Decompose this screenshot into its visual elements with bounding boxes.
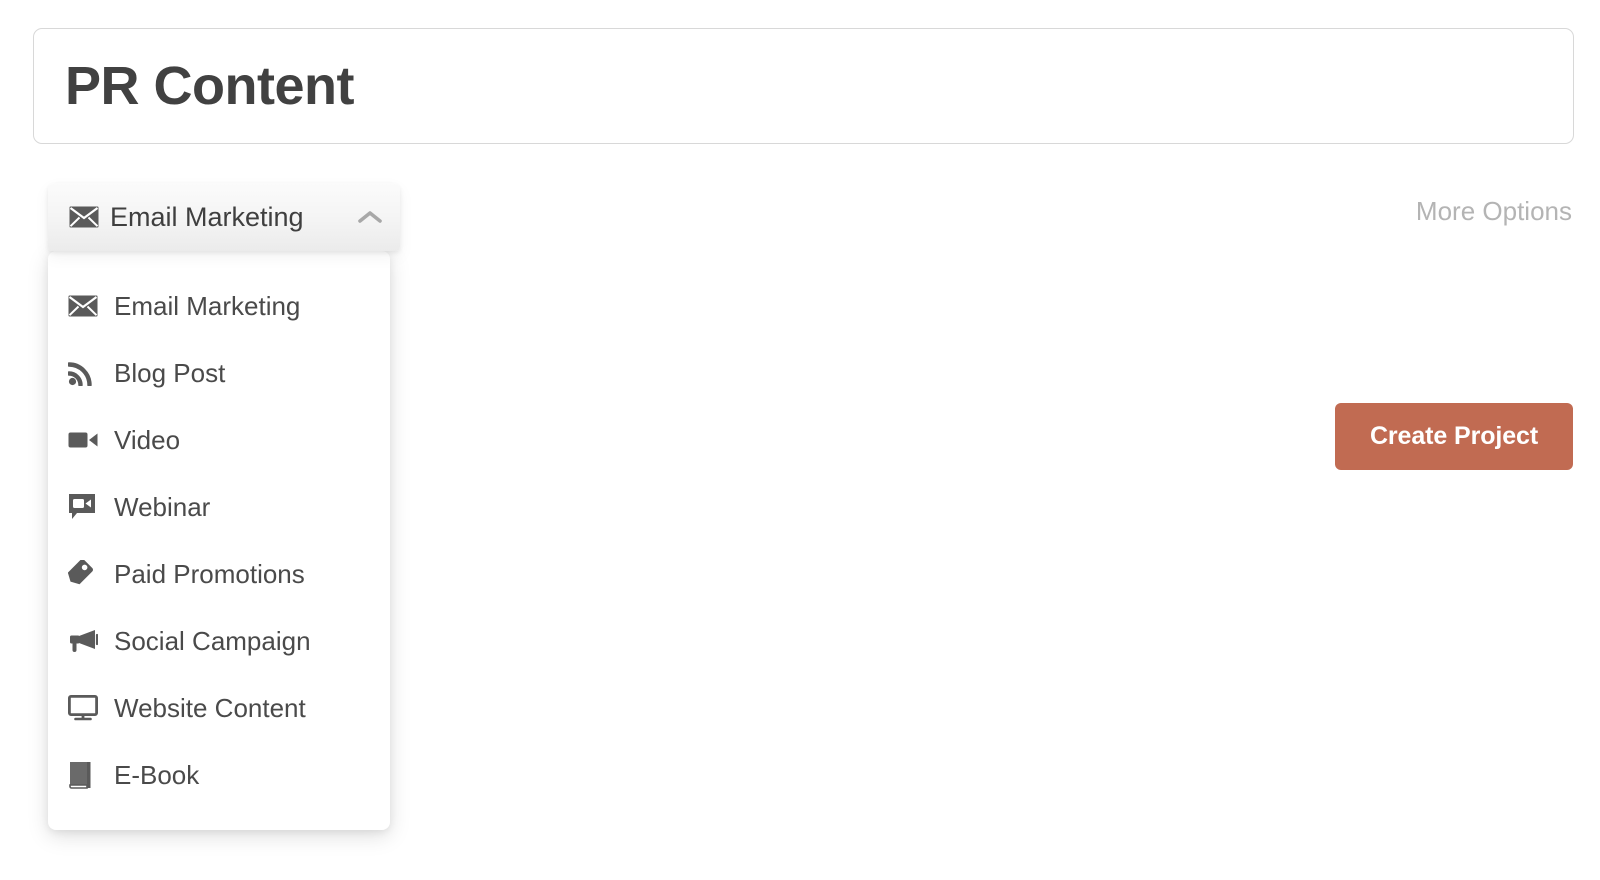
menu-item-label: Email Marketing — [114, 290, 301, 321]
header-card: PR Content — [33, 28, 1574, 144]
menu-item-label: E-Book — [114, 759, 200, 790]
menu-item-e-book[interactable]: E-Book — [48, 741, 390, 808]
menu-item-webinar[interactable]: Webinar — [48, 473, 390, 540]
content-type-dropdown-toggle[interactable]: Email Marketing — [48, 183, 400, 251]
menu-item-video[interactable]: Video — [48, 406, 390, 473]
envelope-icon — [68, 292, 102, 320]
book-icon — [68, 761, 102, 789]
menu-item-website-content[interactable]: Website Content — [48, 674, 390, 741]
video-camera-icon — [68, 426, 102, 454]
menu-item-paid-promotions[interactable]: Paid Promotions — [48, 540, 390, 607]
video-chat-icon — [68, 493, 102, 521]
menu-item-label: Paid Promotions — [114, 558, 305, 589]
menu-item-label: Webinar — [114, 491, 211, 522]
chevron-up-icon[interactable] — [356, 203, 384, 231]
menu-item-label: Blog Post — [114, 357, 226, 388]
price-tag-icon — [68, 559, 102, 588]
menu-item-label: Social Campaign — [114, 625, 311, 656]
content-type-dropdown-menu: Email Marketing Blog Post Video Webinar … — [48, 251, 390, 830]
envelope-icon — [68, 204, 100, 230]
menu-item-label: Video — [114, 424, 181, 455]
create-project-button[interactable]: Create Project — [1335, 403, 1573, 470]
content-type-dropdown: Email Marketing Email Marketing Blog Pos… — [48, 183, 400, 830]
menu-item-blog-post[interactable]: Blog Post — [48, 339, 390, 406]
menu-item-social-campaign[interactable]: Social Campaign — [48, 607, 390, 674]
desktop-monitor-icon — [68, 694, 102, 722]
menu-item-email-marketing[interactable]: Email Marketing — [48, 272, 390, 339]
menu-item-label: Website Content — [114, 692, 306, 723]
content-type-dropdown-selected-label: Email Marketing — [110, 201, 304, 232]
page-title: PR Content — [65, 56, 354, 116]
megaphone-icon — [68, 627, 102, 655]
more-options-link[interactable]: More Options — [1416, 198, 1572, 224]
rss-icon — [68, 359, 102, 387]
